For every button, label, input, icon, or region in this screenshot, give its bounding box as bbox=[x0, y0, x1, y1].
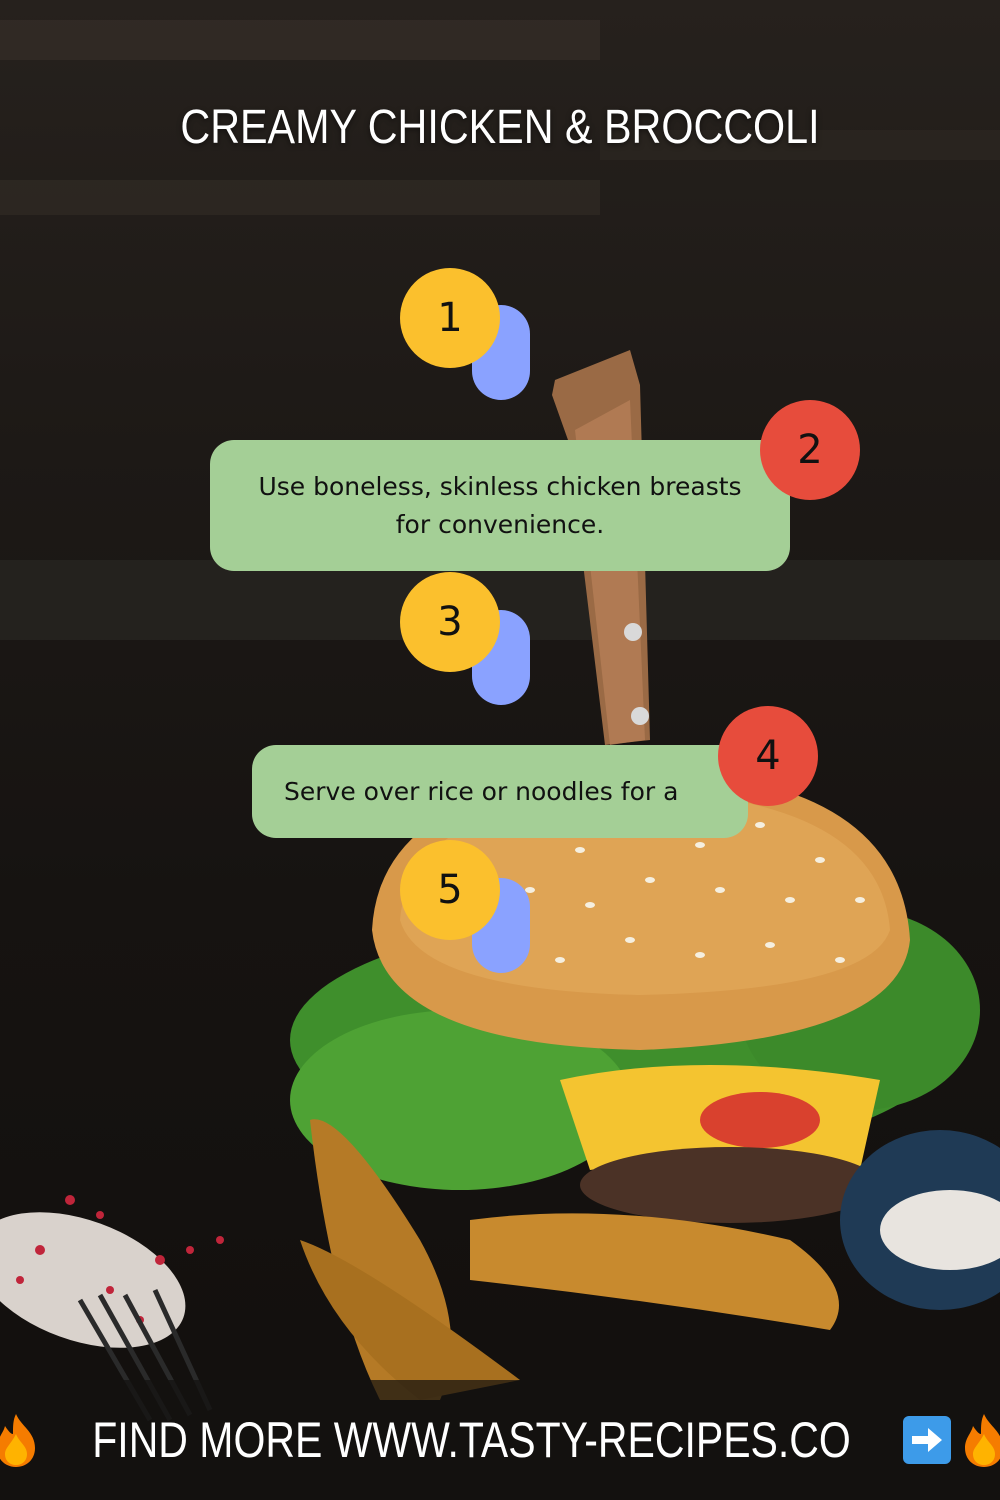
step-1-badge: 1 bbox=[400, 268, 500, 368]
step-3-number: 3 bbox=[437, 599, 463, 645]
page-title: CREAMY CHICKEN & BROCCOLI bbox=[180, 101, 820, 154]
step-5-badge: 5 bbox=[400, 840, 500, 940]
step-2-card: Use boneless, skinless chicken breasts f… bbox=[210, 440, 790, 571]
right-arrow-icon bbox=[902, 1416, 951, 1464]
footer-link[interactable]: FIND MORE WWW.TASTY-RECIPES.CO bbox=[93, 1411, 852, 1469]
step-4-text-line-1: Serve over rice or noodles for a bbox=[284, 776, 679, 806]
step-1-number: 1 bbox=[437, 295, 463, 341]
step-2-text-line-1: Use boneless, skinless chicken breasts bbox=[258, 471, 742, 501]
step-2-number: 2 bbox=[797, 427, 823, 473]
step-4-badge: 4 bbox=[718, 706, 818, 806]
step-2-badge: 2 bbox=[760, 400, 860, 500]
step-2-text-line-2: for convenience. bbox=[395, 509, 605, 539]
step-5-number: 5 bbox=[437, 867, 463, 913]
step-3-badge: 3 bbox=[400, 572, 500, 672]
footer-bar: FIND MORE WWW.TASTY-RECIPES.CO bbox=[0, 1380, 1000, 1500]
step-4-number: 4 bbox=[755, 733, 781, 779]
fire-icon bbox=[0, 1414, 36, 1467]
step-4-card: Serve over rice or noodles for a bbox=[252, 745, 748, 838]
fire-icon bbox=[964, 1414, 1000, 1467]
